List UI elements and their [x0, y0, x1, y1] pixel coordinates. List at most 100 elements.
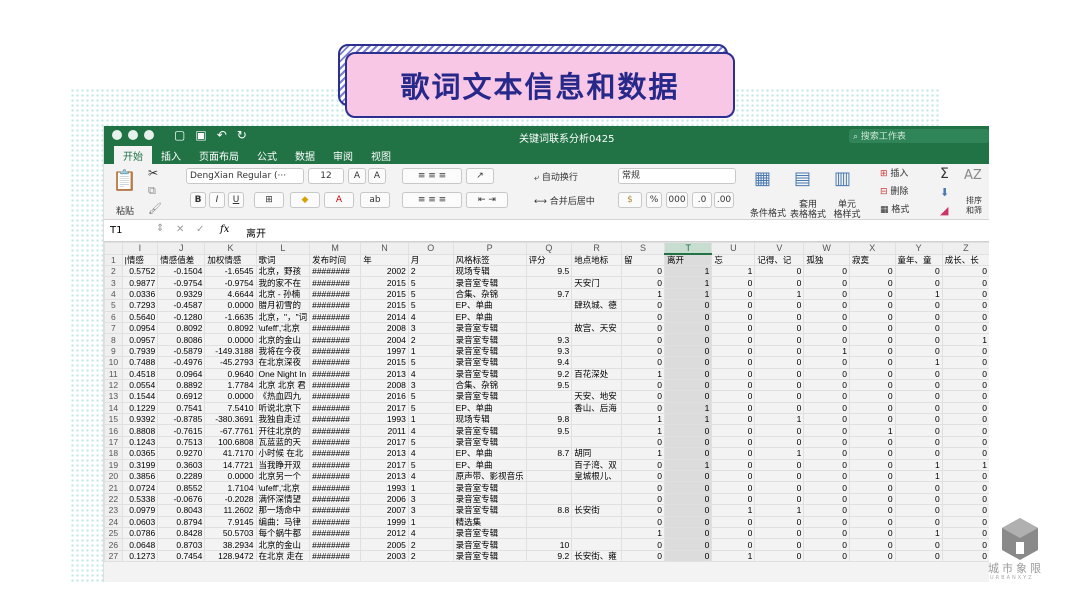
- table-cell[interactable]: 9.5: [525, 424, 573, 437]
- table-cell[interactable]: 0: [754, 515, 805, 529]
- table-cell[interactable]: 录音室专辑: [452, 504, 527, 517]
- fill-icon[interactable]: ⬇: [940, 186, 949, 199]
- table-cell[interactable]: 0.0786: [121, 526, 159, 540]
- table-cell[interactable]: 128.9472: [204, 549, 257, 563]
- table-cell[interactable]: 录音室专辑: [452, 276, 527, 289]
- table-cell[interactable]: 0: [663, 538, 713, 551]
- table-cell[interactable]: 0: [848, 413, 896, 426]
- table-cell[interactable]: 0: [663, 515, 713, 529]
- table-cell[interactable]: 0: [663, 367, 713, 380]
- column-header[interactable]: P: [452, 242, 527, 255]
- name-box-stepper-icon[interactable]: ⇕: [156, 223, 164, 234]
- formula-input[interactable]: 离开: [246, 225, 266, 240]
- table-cell[interactable]: 0: [848, 401, 896, 415]
- indent-buttons[interactable]: ⇤ ⇥: [466, 192, 508, 208]
- table-cell[interactable]: [525, 310, 573, 323]
- table-cell[interactable]: \ufeff','北京: [255, 481, 311, 494]
- table-cell[interactable]: 听说北京下: [255, 401, 311, 415]
- table-cell[interactable]: 0: [803, 356, 850, 369]
- table-cell[interactable]: 5: [407, 390, 454, 403]
- table-cell[interactable]: 0.7454: [157, 549, 206, 563]
- header-cell[interactable]: |情感: [121, 253, 159, 266]
- table-cell[interactable]: 0.3603: [157, 458, 206, 472]
- table-cell[interactable]: [571, 492, 622, 506]
- table-cell[interactable]: EP、单曲: [452, 447, 527, 460]
- table-cell[interactable]: -380.3691: [204, 413, 257, 426]
- tab-data[interactable]: 数据: [286, 146, 324, 164]
- table-cell[interactable]: 0: [621, 538, 665, 551]
- table-cell[interactable]: 0.5640: [121, 310, 159, 323]
- table-cell[interactable]: 2012: [360, 526, 409, 540]
- table-cell[interactable]: 1: [621, 367, 665, 380]
- table-cell[interactable]: 0: [803, 390, 850, 403]
- table-cell[interactable]: 0: [621, 299, 665, 312]
- table-cell[interactable]: 2008: [360, 378, 409, 392]
- table-cell[interactable]: 9.3: [525, 344, 573, 358]
- table-cell[interactable]: 5: [407, 276, 454, 289]
- table-cell[interactable]: 0.0000: [204, 333, 257, 346]
- table-cell[interactable]: 0: [803, 413, 850, 426]
- table-cell[interactable]: 0: [711, 458, 756, 472]
- table-cell[interactable]: 1: [754, 447, 805, 460]
- table-cell[interactable]: 5: [407, 356, 454, 369]
- row-number[interactable]: 3: [104, 276, 123, 289]
- table-cell[interactable]: 1: [407, 344, 454, 358]
- name-box[interactable]: T1: [110, 225, 122, 236]
- table-cell[interactable]: 0: [848, 458, 896, 472]
- fill-color-button[interactable]: ◆: [290, 192, 320, 208]
- table-cell[interactable]: 4: [407, 470, 454, 483]
- table-cell[interactable]: [525, 470, 573, 483]
- font-size-select[interactable]: 12: [308, 168, 344, 184]
- paste-icon[interactable]: 📋: [112, 168, 137, 192]
- table-cell[interactable]: 0: [941, 435, 989, 449]
- table-cell[interactable]: 肆玖城、德: [571, 299, 622, 312]
- header-cell[interactable]: 忘: [711, 253, 756, 266]
- table-cell[interactable]: 0.1544: [121, 390, 159, 403]
- table-cell[interactable]: 0: [894, 413, 943, 426]
- align-top-group[interactable]: ≡ ≡ ≡: [402, 168, 462, 184]
- table-cell[interactable]: 0: [848, 470, 896, 483]
- header-cell[interactable]: 年: [360, 253, 409, 266]
- table-cell[interactable]: 4: [407, 310, 454, 323]
- table-cell[interactable]: 在北京深夜: [255, 356, 311, 369]
- table-cell[interactable]: 2006: [360, 492, 409, 506]
- table-cell[interactable]: 0: [663, 378, 713, 392]
- table-cell[interactable]: 0: [894, 435, 943, 449]
- column-header[interactable]: I: [121, 242, 159, 255]
- table-cell[interactable]: 录音室专辑: [452, 549, 527, 563]
- table-cell[interactable]: 2005: [360, 538, 409, 551]
- table-cell[interactable]: 编曲：马律: [255, 515, 311, 529]
- table-format-icon[interactable]: ▤: [794, 168, 811, 189]
- table-cell[interactable]: 录音室专辑: [452, 481, 527, 494]
- table-cell[interactable]: 0.0957: [121, 333, 159, 346]
- table-cell[interactable]: 5: [407, 299, 454, 312]
- table-cell[interactable]: 百子湾、双: [571, 458, 622, 472]
- table-cell[interactable]: 2013: [360, 367, 409, 380]
- table-cell[interactable]: 1: [894, 526, 943, 540]
- table-cell[interactable]: 0: [711, 287, 756, 301]
- table-cell[interactable]: 0.1273: [121, 549, 159, 563]
- table-cell[interactable]: [525, 276, 573, 289]
- redo-icon[interactable]: ↻: [237, 128, 247, 142]
- table-cell[interactable]: EP、单曲: [452, 310, 527, 323]
- table-cell[interactable]: 0.0554: [121, 378, 159, 392]
- table-cell[interactable]: 1999: [360, 515, 409, 529]
- column-header[interactable]: L: [255, 242, 311, 255]
- table-cell[interactable]: 2004: [360, 333, 409, 346]
- table-cell[interactable]: ########: [309, 344, 362, 358]
- table-cell[interactable]: 0: [941, 276, 989, 289]
- column-header[interactable]: Y: [894, 242, 943, 255]
- table-cell[interactable]: 0: [711, 378, 756, 392]
- table-cell[interactable]: 0.8892: [157, 378, 206, 392]
- table-cell[interactable]: 2015: [360, 287, 409, 301]
- table-cell[interactable]: 北京的金山: [255, 538, 311, 551]
- table-cell[interactable]: 0.0336: [121, 287, 159, 301]
- table-cell[interactable]: 0: [621, 264, 665, 278]
- table-cell[interactable]: -45.2793: [204, 356, 257, 369]
- table-cell[interactable]: 0: [754, 356, 805, 369]
- table-cell[interactable]: 9.3: [525, 333, 573, 346]
- table-cell[interactable]: 0: [848, 264, 896, 278]
- table-cell[interactable]: 3: [407, 504, 454, 517]
- table-cell[interactable]: 0: [941, 378, 989, 392]
- header-cell[interactable]: 加权情感: [204, 253, 257, 266]
